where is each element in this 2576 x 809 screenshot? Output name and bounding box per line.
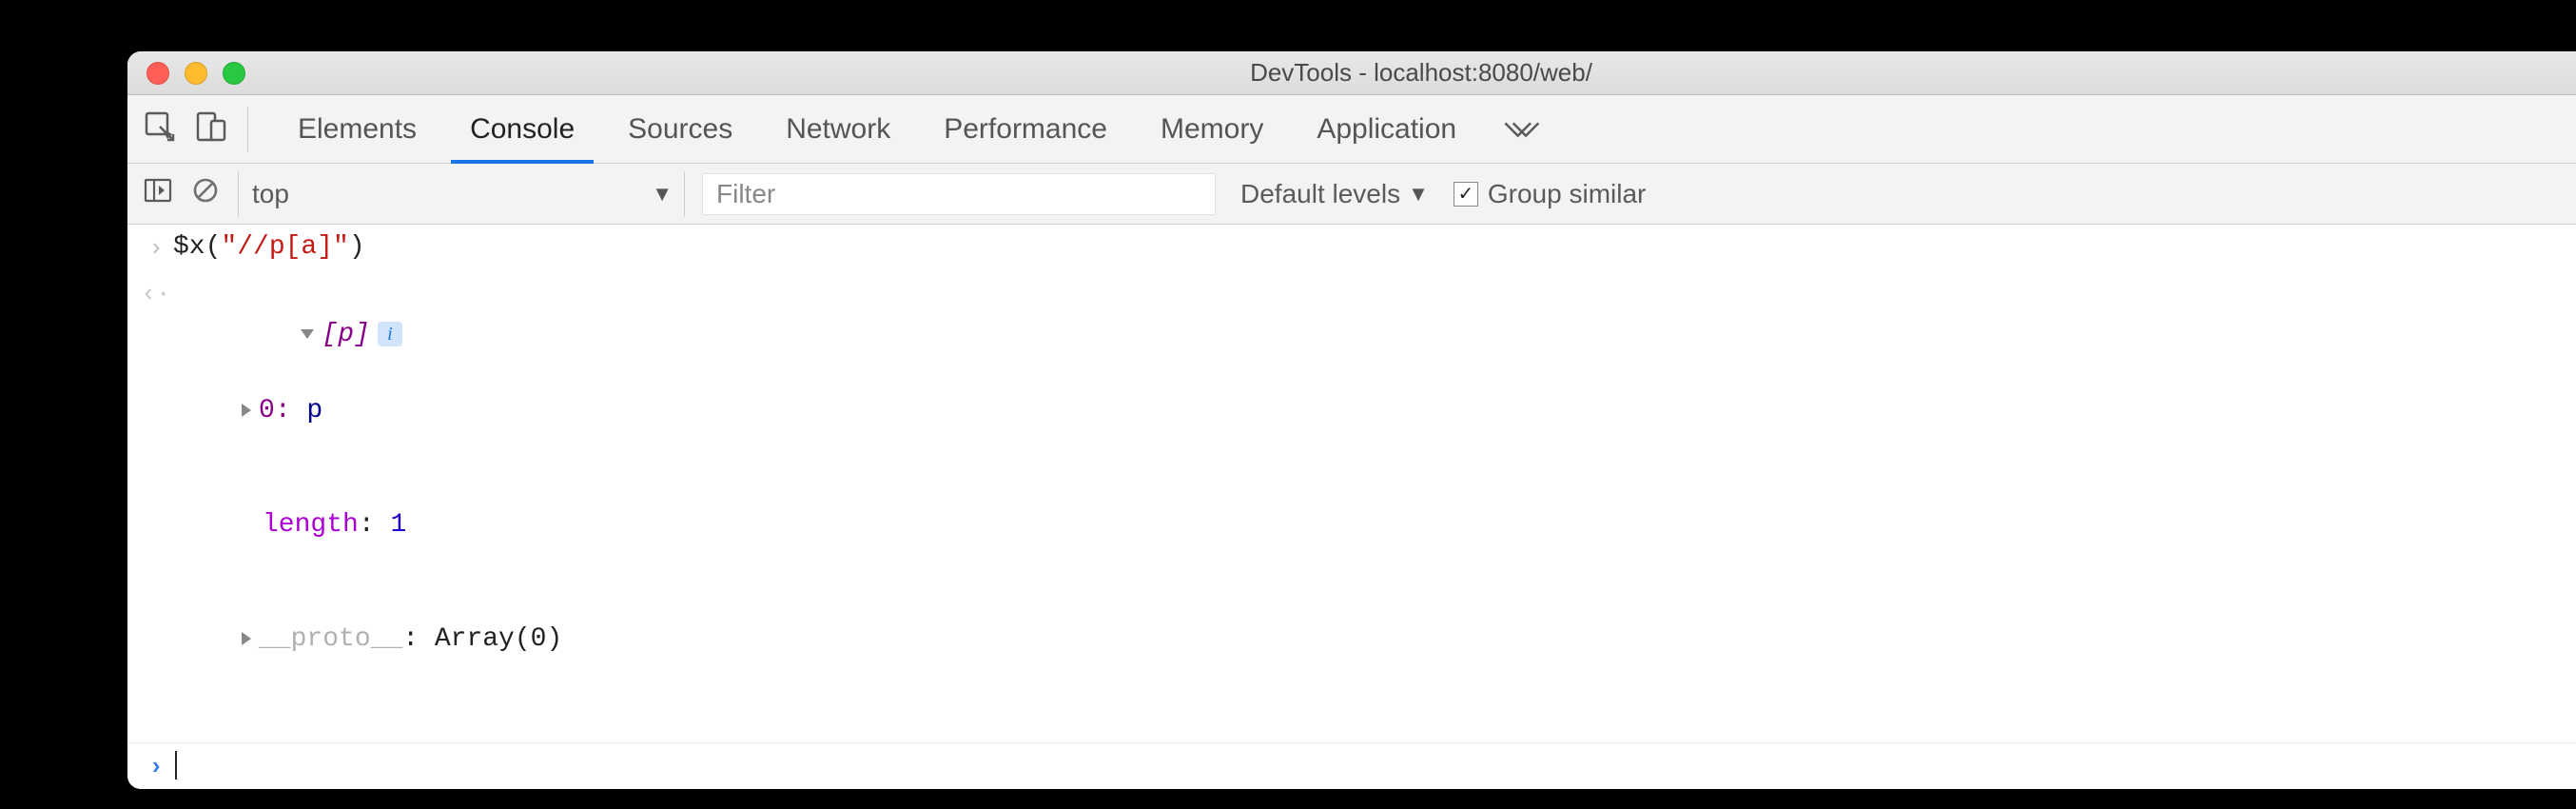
caret-down-icon: ▼ [1408, 182, 1429, 207]
console-live-prompt[interactable]: › [127, 743, 2576, 789]
tab-console[interactable]: Console [443, 95, 601, 163]
info-icon[interactable]: i [378, 322, 402, 346]
tab-network[interactable]: Network [759, 95, 917, 163]
console-result: ‹· [p]i 0: p length: 1 __proto__: Array(… [127, 270, 2576, 743]
result-indicator-icon: ‹· [143, 278, 169, 308]
tab-sources[interactable]: Sources [601, 95, 759, 163]
tabstrip: ElementsConsoleSourcesNetworkPerformance… [127, 95, 2576, 164]
tab-memory[interactable]: Memory [1134, 95, 1290, 163]
console-past-input: › $x("//p[a]") [127, 225, 2576, 270]
execution-context-select[interactable]: top ▼ [238, 171, 685, 217]
log-levels-select[interactable]: Default levels ▼ [1233, 179, 1436, 209]
console-toolbar: top ▼ Default levels ▼ ✓ Group similar [127, 164, 2576, 225]
device-toolbar-icon[interactable] [194, 109, 228, 148]
titlebar: DevTools - localhost:8080/web/ [127, 51, 2576, 95]
devtools-window: DevTools - localhost:8080/web/ ElementsC… [127, 51, 2576, 789]
inspect-element-icon[interactable] [143, 109, 177, 148]
toggle-sidebar-icon[interactable] [143, 175, 173, 212]
tab-elements[interactable]: Elements [271, 95, 443, 163]
context-value: top [252, 179, 289, 209]
tabs: ElementsConsoleSourcesNetworkPerformance… [271, 95, 1483, 163]
clear-console-icon[interactable] [190, 175, 221, 212]
array-entry-0[interactable]: 0: p [173, 392, 562, 430]
group-similar-toggle[interactable]: ✓ Group similar [1454, 179, 1646, 209]
filter-input[interactable] [702, 173, 1216, 215]
tab-performance[interactable]: Performance [917, 95, 1134, 163]
caret-down-icon: ▼ [652, 182, 673, 207]
array-prop-proto[interactable]: __proto__: Array(0) [173, 621, 562, 659]
levels-label: Default levels [1240, 179, 1400, 209]
text-cursor [175, 751, 177, 779]
array-expander[interactable]: [p]i [301, 320, 401, 349]
tab-application[interactable]: Application [1290, 95, 1483, 163]
prompt-past-icon: › [143, 232, 169, 263]
prompt-live-icon: › [143, 751, 169, 781]
input-expression[interactable]: $x("//p[a]") [169, 232, 365, 262]
group-similar-label: Group similar [1488, 179, 1646, 209]
array-prop-length[interactable]: length: 1 [173, 506, 562, 544]
window-title: DevTools - localhost:8080/web/ [127, 58, 2576, 88]
console-body: › $x("//p[a]") ‹· [p]i 0: p length: 1 __… [127, 225, 2576, 789]
more-tabs-button[interactable] [1483, 118, 1559, 141]
checkbox-checked-icon: ✓ [1454, 182, 1478, 207]
